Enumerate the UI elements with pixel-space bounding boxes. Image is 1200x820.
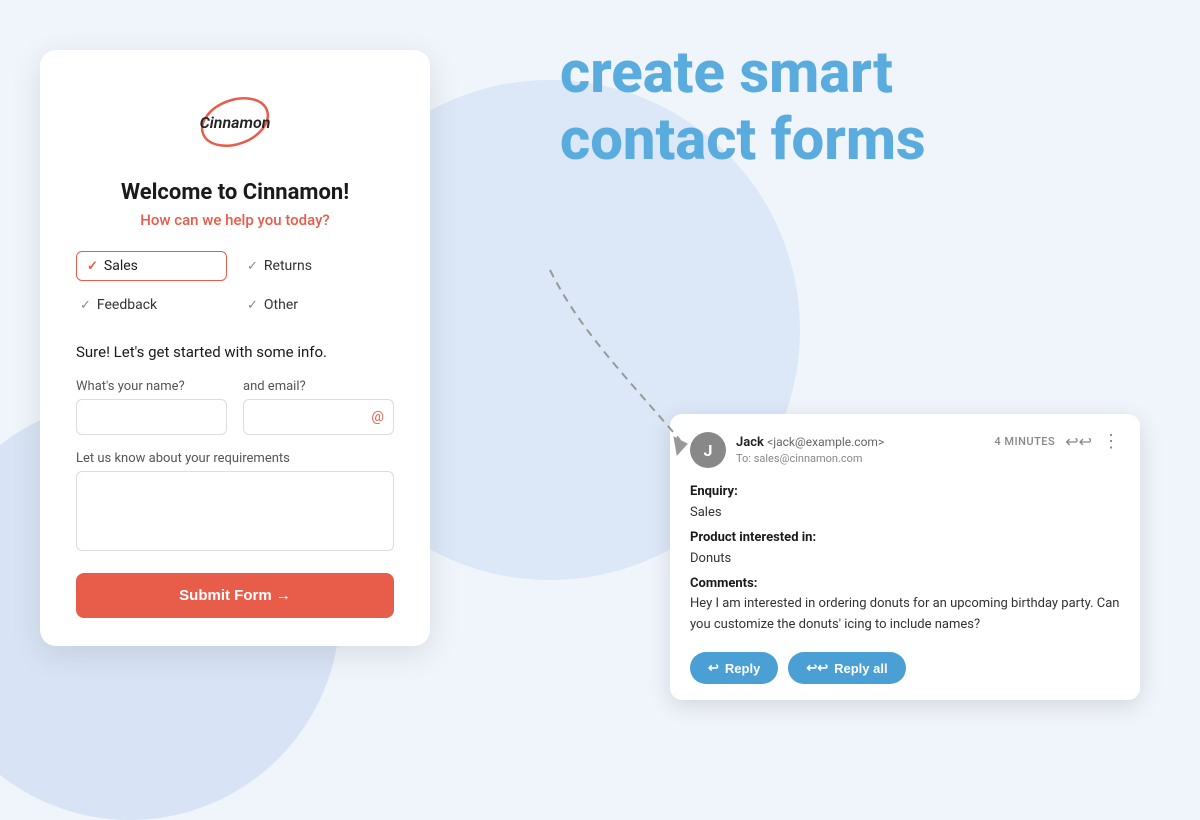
enquiry-value: Sales [690,503,1120,524]
email-body: Enquiry: Sales Product interested in: Do… [690,482,1120,636]
email-actions: ↩ Reply ↩↩ Reply all [690,652,1120,684]
check-icon-sales: ✓ [87,259,98,274]
email-time: 4 MINUTES [994,435,1055,448]
option-sales[interactable]: ✓ Sales [76,251,227,281]
email-meta: 4 MINUTES ↩↩ ⋮ [994,432,1120,451]
info-text: Sure! Let's get started with some info. [76,343,394,361]
form-fields-row: What's your name? and email? @ [76,379,394,435]
headline-line1: create smart [560,39,893,107]
option-sales-label: Sales [104,258,138,274]
headline: create smart contact forms [560,40,1080,173]
email-card: J Jack <jack@example.com> To: sales@cinn… [670,414,1140,700]
three-dots-menu[interactable]: ⋮ [1102,433,1120,451]
option-feedback-label: Feedback [97,297,157,313]
left-section: Cinnamon Welcome to Cinnamon! How can we… [40,30,500,730]
check-icon-other: ✓ [247,298,258,313]
check-icon-returns: ✓ [247,259,258,274]
option-other[interactable]: ✓ Other [243,291,394,319]
right-section: create smart contact forms J Jack <jack@… [500,30,1160,730]
headline-line2: contact forms [560,106,926,174]
sender-to: To: sales@cinnamon.com [736,452,884,465]
reply-label: Reply [725,661,760,676]
reply-button[interactable]: ↩ Reply [690,652,778,684]
dashed-arrow [520,250,720,470]
page-wrapper: Cinnamon Welcome to Cinnamon! How can we… [0,0,1200,760]
option-returns[interactable]: ✓ Returns [243,251,394,281]
requirements-label: Let us know about your requirements [76,451,394,466]
logo-area: Cinnamon [76,82,394,162]
logo-text: Cinnamon [200,113,271,132]
sender-name-text: Jack [736,435,764,450]
submit-label: Submit Form → [179,587,291,604]
sender-info: Jack <jack@example.com> To: sales@cinnam… [736,435,884,465]
submit-button[interactable]: Submit Form → [76,573,394,618]
sender-email: <jack@example.com> [767,435,884,449]
name-group: What's your name? [76,379,227,435]
option-feedback[interactable]: ✓ Feedback [76,291,227,319]
requirements-textarea[interactable] [76,471,394,551]
reply-icons: ↩↩ [1065,432,1092,451]
reply-icon: ↩ [708,660,719,676]
product-label: Product interested in: [690,528,1120,549]
enquiry-label: Enquiry: [690,482,1120,503]
name-input[interactable] [76,399,227,435]
form-card: Cinnamon Welcome to Cinnamon! How can we… [40,50,430,646]
reply-all-button[interactable]: ↩↩ Reply all [788,652,905,684]
welcome-title: Welcome to Cinnamon! [76,180,394,205]
option-other-label: Other [264,297,298,313]
email-label: and email? [243,379,394,394]
product-value: Donuts [690,549,1120,570]
comments-label: Comments: [690,574,1120,595]
welcome-subtitle: How can we help you today? [76,211,394,229]
email-input-wrapper: @ [243,399,394,435]
email-input[interactable] [243,399,394,435]
logo-circle: Cinnamon [195,82,275,162]
options-grid: ✓ Sales ✓ Returns ✓ Feedback ✓ Other [76,251,394,319]
reply-arrow-icon[interactable]: ↩↩ [1065,432,1092,451]
sender-name: Jack <jack@example.com> [736,435,884,450]
check-icon-feedback: ✓ [80,298,91,313]
email-group: and email? @ [243,379,394,435]
reply-all-label: Reply all [834,661,887,676]
option-returns-label: Returns [264,258,312,274]
email-header: J Jack <jack@example.com> To: sales@cinn… [690,432,1120,468]
comments-value: Hey I am interested in ordering donuts f… [690,594,1120,636]
name-label: What's your name? [76,379,227,394]
reply-all-icon: ↩↩ [806,660,828,676]
